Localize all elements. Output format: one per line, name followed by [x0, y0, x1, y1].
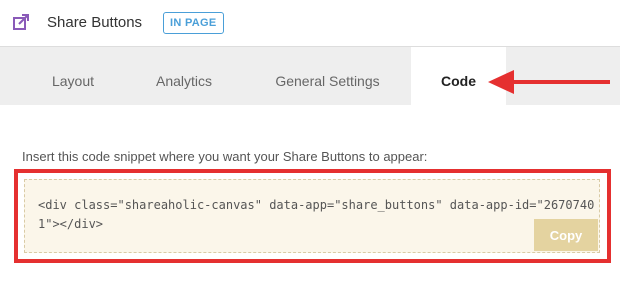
page-title: Share Buttons: [47, 14, 143, 31]
app-header: Share Buttons IN PAGE: [0, 0, 620, 46]
tab-general-settings[interactable]: General Settings: [240, 47, 415, 105]
code-instruction: Insert this code snippet where you want …: [22, 149, 428, 164]
tab-layout[interactable]: Layout: [18, 47, 128, 105]
tab-analytics[interactable]: Analytics: [128, 47, 240, 105]
annotation-arrow-icon: [488, 70, 610, 94]
copy-button[interactable]: Copy: [534, 219, 598, 251]
code-snippet-text[interactable]: <div class="shareaholic-canvas" data-app…: [38, 196, 598, 234]
share-icon: [13, 14, 29, 30]
in-page-badge: IN PAGE: [163, 12, 224, 34]
